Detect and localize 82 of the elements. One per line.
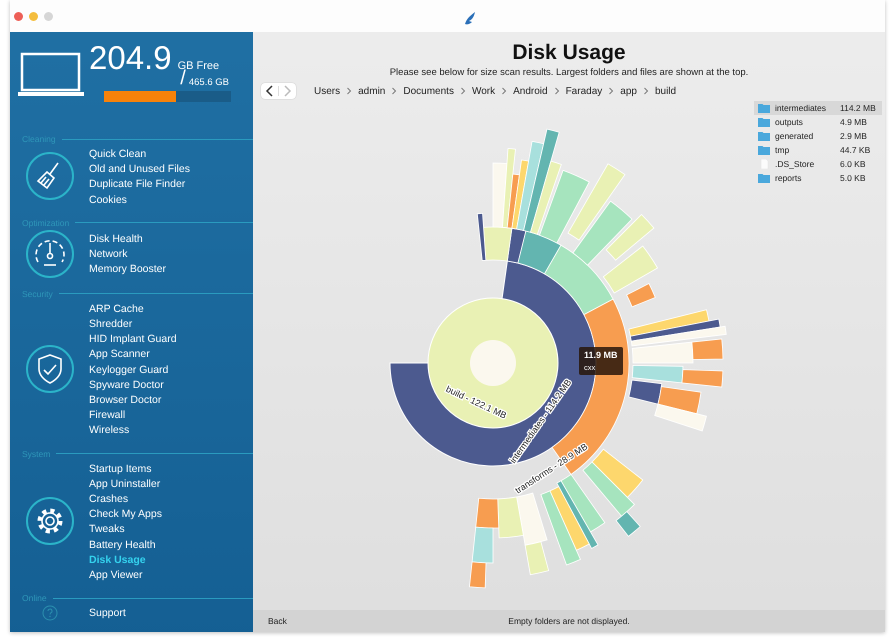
- laptop-icon: [17, 52, 85, 98]
- breadcrumb-item[interactable]: admin: [358, 86, 386, 96]
- breadcrumb-item[interactable]: Users: [314, 86, 340, 96]
- breadcrumb-item[interactable]: Android: [513, 86, 548, 96]
- folder-icon: [758, 173, 770, 183]
- file-name: .DS_Store: [775, 159, 816, 169]
- file-row[interactable]: generated 2.9 MB: [754, 129, 882, 143]
- breadcrumb-item[interactable]: app: [620, 86, 637, 96]
- file-name: outputs: [775, 117, 804, 127]
- sidebar-item[interactable]: Browser Doctor: [89, 393, 177, 408]
- folder-icon: [758, 145, 770, 155]
- speedometer-icon: [24, 228, 74, 279]
- folder-icon: [758, 131, 770, 141]
- sidebar-item[interactable]: Battery Health: [89, 538, 162, 553]
- file-name: intermediates: [775, 103, 828, 113]
- back-button[interactable]: Back: [268, 616, 287, 626]
- footer-note: Empty folders are not displayed.: [508, 616, 630, 626]
- sidebar-item[interactable]: ARP Cache: [89, 302, 177, 318]
- chevron-icon: [391, 87, 398, 95]
- slash: /: [180, 68, 186, 88]
- sidebar-item[interactable]: Network: [89, 247, 166, 262]
- sidebar-item[interactable]: App Uninstaller: [89, 476, 162, 492]
- sidebar-item[interactable]: Cookies: [89, 192, 190, 208]
- free-space-value: 204.9: [89, 40, 172, 76]
- file-name: generated: [775, 131, 814, 141]
- chevron-icon: [642, 87, 649, 95]
- sidebar-item[interactable]: Startup Items: [89, 462, 162, 477]
- sidebar-item[interactable]: Old and Unused Files: [89, 162, 190, 178]
- file-row[interactable]: outputs 4.9 MB: [754, 115, 882, 129]
- sidebar-item[interactable]: Wireless: [89, 423, 177, 439]
- file-size: 2.9 MB: [840, 131, 868, 141]
- breadcrumb-item[interactable]: build: [654, 86, 676, 96]
- sidebar-item[interactable]: Disk Usage: [89, 552, 162, 568]
- chevron-icon: [460, 87, 466, 95]
- app-icon: [462, 10, 478, 26]
- file-size: 114.2 MB: [840, 103, 877, 113]
- file-name: reports: [775, 173, 802, 183]
- file-row[interactable]: tmp 44.7 KB: [754, 143, 882, 157]
- chevron-icon: [608, 87, 614, 95]
- chevron-icon: [346, 87, 352, 95]
- file-row[interactable]: reports 5.0 KB: [754, 171, 882, 185]
- breadcrumb-item[interactable]: Work: [472, 86, 496, 96]
- sidebar-item[interactable]: App Scanner: [89, 347, 177, 363]
- tooltip-size: 11.9 MB: [584, 350, 618, 360]
- sidebar-item[interactable]: App Viewer: [89, 568, 162, 584]
- breadcrumb-item[interactable]: Faraday: [566, 86, 602, 96]
- sidebar-item[interactable]: Spyware Doctor: [89, 378, 177, 394]
- sidebar-item[interactable]: Duplicate File Finder: [89, 177, 190, 193]
- page-subtitle: Please see below for size scan results. Largest folders and files are shown at the top.: [388, 67, 750, 79]
- sidebar-item[interactable]: Crashes: [89, 492, 162, 508]
- minimize-button[interactable]: [29, 12, 38, 20]
- sidebar-item[interactable]: Shredder: [89, 317, 177, 332]
- sidebar-item[interactable]: Firewall: [89, 408, 177, 424]
- settings-icon: [24, 496, 74, 546]
- sidebar-item[interactable]: Memory Booster: [89, 262, 166, 278]
- file-size: 6.0 KB: [840, 159, 867, 169]
- sidebar-item[interactable]: Keylogger Guard: [89, 362, 177, 378]
- segment-label: build - 122.1 MB: [444, 384, 508, 421]
- sidebar-item[interactable]: Check My Apps: [89, 507, 162, 522]
- sidebar-item[interactable]: Quick Clean: [89, 147, 190, 162]
- sidebar-item[interactable]: Support: [89, 606, 126, 622]
- chevron-icon: [501, 87, 508, 95]
- sidebar-item[interactable]: HID Implant Guard: [89, 332, 177, 348]
- page-title: Disk Usage: [511, 40, 627, 66]
- total-space: 465.6 GB: [188, 77, 229, 88]
- chevron-icon: [554, 87, 560, 95]
- file-name: tmp: [775, 145, 790, 155]
- file-size: 4.9 MB: [840, 117, 868, 127]
- file-row[interactable]: intermediates 114.2 MB: [754, 101, 882, 115]
- help-icon[interactable]: [42, 604, 58, 621]
- file-row[interactable]: .DS_Store 6.0 KB: [754, 157, 882, 171]
- shield-check-icon: [24, 344, 74, 394]
- broom-icon: [24, 151, 74, 202]
- sidebar-item[interactable]: Disk Health: [89, 232, 166, 248]
- zoom-button[interactable]: [44, 12, 53, 20]
- breadcrumb-item[interactable]: Documents: [403, 86, 454, 96]
- folder-icon: [758, 117, 770, 127]
- sidebar-item[interactable]: Tweaks: [89, 522, 162, 538]
- folder-icon: [758, 103, 770, 113]
- file-size: 5.0 KB: [840, 173, 867, 183]
- close-button[interactable]: [14, 12, 23, 20]
- file-size: 44.7 KB: [840, 145, 872, 155]
